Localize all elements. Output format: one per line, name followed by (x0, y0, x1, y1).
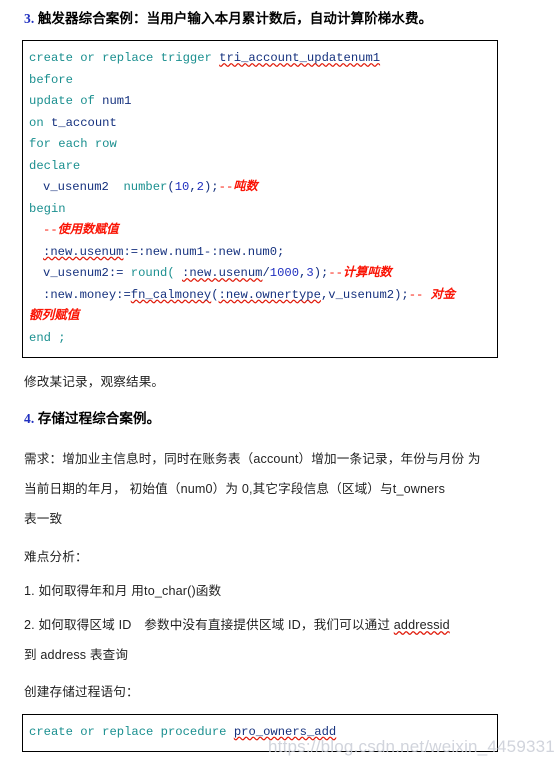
analysis-item-2-identifier: addressid (393, 618, 450, 633)
code-keyword: on (29, 115, 44, 130)
code-punct: , (189, 180, 197, 195)
code-line-5: for each row (29, 134, 495, 156)
document-page: 3. 触发器综合案例：当用户输入本月累计数后，自动计算阶梯水费。 create … (0, 0, 554, 761)
section-3-heading: 3. 触发器综合案例：当用户输入本月累计数后，自动计算阶梯水费。 (0, 10, 554, 28)
analysis-title: 难点分析： (24, 550, 88, 564)
code-identifier: v_usenum2 (43, 180, 109, 195)
code-comment-dashes: -- (218, 180, 234, 195)
code-line-14: end ; (29, 328, 495, 350)
code-comment-dashes: -- (43, 223, 58, 238)
code-expression: :new.money:= (43, 287, 131, 302)
req-gap-2 (0, 499, 554, 509)
requirement-line-1: 需求：增加业主信息时，同时在账务表（account）增加一条记录，年份与月份 为 (24, 451, 481, 466)
code-identifier: tri_account_updatenum1 (219, 51, 381, 66)
section-3-title: 触发器综合案例：当用户输入本月累计数后，自动计算阶梯水费。 (37, 11, 433, 26)
code-keyword: begin (29, 201, 66, 216)
code-keyword: create or replace procedure (29, 724, 227, 739)
code-comment-dashes: -- (328, 266, 343, 281)
heading-code-gap (0, 28, 554, 40)
code-line-12: :new.money:=fn_calmoney(:new.ownertype,v… (29, 285, 495, 307)
analysis-item-2-text: 2. 如何取得区域 ID 参数中没有直接提供区域 ID，我们可以通过 (24, 618, 394, 633)
code-expression: ,v_usenum2); (320, 287, 409, 302)
code-number: 1000 (269, 266, 300, 281)
code-block-procedure: create or replace procedure pro_owners_a… (22, 713, 498, 753)
code-identifier: fn_calmoney (130, 287, 212, 302)
code-punct: ); (313, 266, 329, 281)
code-identifier: :new.usenum (43, 244, 124, 259)
code-after-gap (0, 358, 554, 372)
analysis-gap-1 (0, 567, 554, 581)
code-keyword: before (29, 72, 73, 87)
code-keyword: round( (130, 266, 175, 281)
code-identifier: :new.usenum (182, 266, 263, 281)
code2-line-1: create or replace procedure pro_owners_a… (29, 722, 495, 744)
code-punct: ( (167, 180, 175, 195)
code-identifier: num1 (102, 94, 132, 109)
code-line-6: declare (29, 156, 495, 178)
code-number: 10 (174, 180, 190, 195)
code-line-7: v_usenum2 number(10,2);--吨数 (29, 177, 495, 199)
code-line-3: update of num1 (29, 91, 495, 113)
analysis-gap (0, 529, 554, 547)
code2-gap (0, 702, 554, 714)
code-number: 2 (196, 180, 204, 195)
code-identifier: t_account (50, 115, 117, 130)
create-proc-gap (0, 666, 554, 682)
code-block-trigger: create or replace trigger tri_account_up… (22, 40, 498, 359)
code-comment: 对金 (430, 287, 456, 302)
code-comment: 计算吨数 (342, 266, 392, 281)
code-identifier: pro_owners_add (233, 724, 337, 739)
code-identifier: :new.ownertype (218, 287, 321, 302)
analysis-item-3: 到 address 表查询 (24, 648, 129, 663)
code-line-10: :new.usenum:=:new.num1-:new.num0; (29, 242, 495, 264)
code-keyword: number (123, 180, 168, 195)
analysis-gap-3 (0, 635, 554, 645)
code-keyword: update of (29, 94, 95, 109)
code-comment: 吨数 (233, 180, 258, 195)
requirement-line-3: 表一致 (24, 511, 63, 526)
code-keyword: create or replace trigger (29, 51, 212, 66)
req-gap-1 (0, 469, 554, 479)
code-expression: :=:new.num1-:new.num0; (123, 244, 285, 259)
code-comment: 使用数赋值 (57, 223, 119, 238)
code-line-4: on t_account (29, 113, 495, 135)
section-4-heading: 4. 存储过程综合案例。 (0, 410, 554, 428)
analysis-gap-2 (0, 601, 554, 615)
code-line-11: v_usenum2:= round( :new.usenum/1000,3);-… (29, 263, 495, 285)
code-punct: ); (203, 180, 219, 195)
code-identifier: v_usenum2:= (43, 266, 124, 281)
analysis-item-2: 2. 如何取得区域 ID 参数中没有直接提供区域 ID，我们可以通过 addre… (0, 615, 554, 635)
section-3-number: 3. (24, 11, 35, 26)
section-4-number: 4. (24, 411, 35, 427)
code-punct: / (262, 266, 270, 281)
code-punct: ( (211, 287, 219, 302)
code-line-9: --使用数赋值 (29, 220, 495, 242)
code-comment-dashes: -- (408, 287, 431, 302)
code-keyword: for each row (29, 137, 117, 152)
observe-result-text: 修改某记录，观察结果。 (24, 375, 165, 390)
code-line-13: 额列赋值 (29, 309, 80, 324)
analysis-item-1: 1. 如何取得年和月 用to_char()函数 (24, 584, 222, 599)
top-spacer (0, 0, 554, 10)
section4-gap (0, 392, 554, 410)
requirement-gap (0, 429, 554, 449)
code-keyword: declare (29, 158, 81, 173)
requirement-line-2: 当前日期的年月， 初始值（num0）为 0,其它字段信息（区域）与t_owner… (24, 481, 446, 496)
code-line-2: before (29, 70, 495, 92)
code-line-8: begin (29, 199, 495, 221)
section-4-title: 存储过程综合案例。 (37, 411, 161, 427)
create-procedure-title: 创建存储过程语句： (24, 684, 139, 699)
code-keyword: end ; (29, 330, 66, 345)
code-line-1: create or replace trigger tri_account_up… (29, 48, 495, 70)
code-number: 3 (306, 266, 314, 281)
